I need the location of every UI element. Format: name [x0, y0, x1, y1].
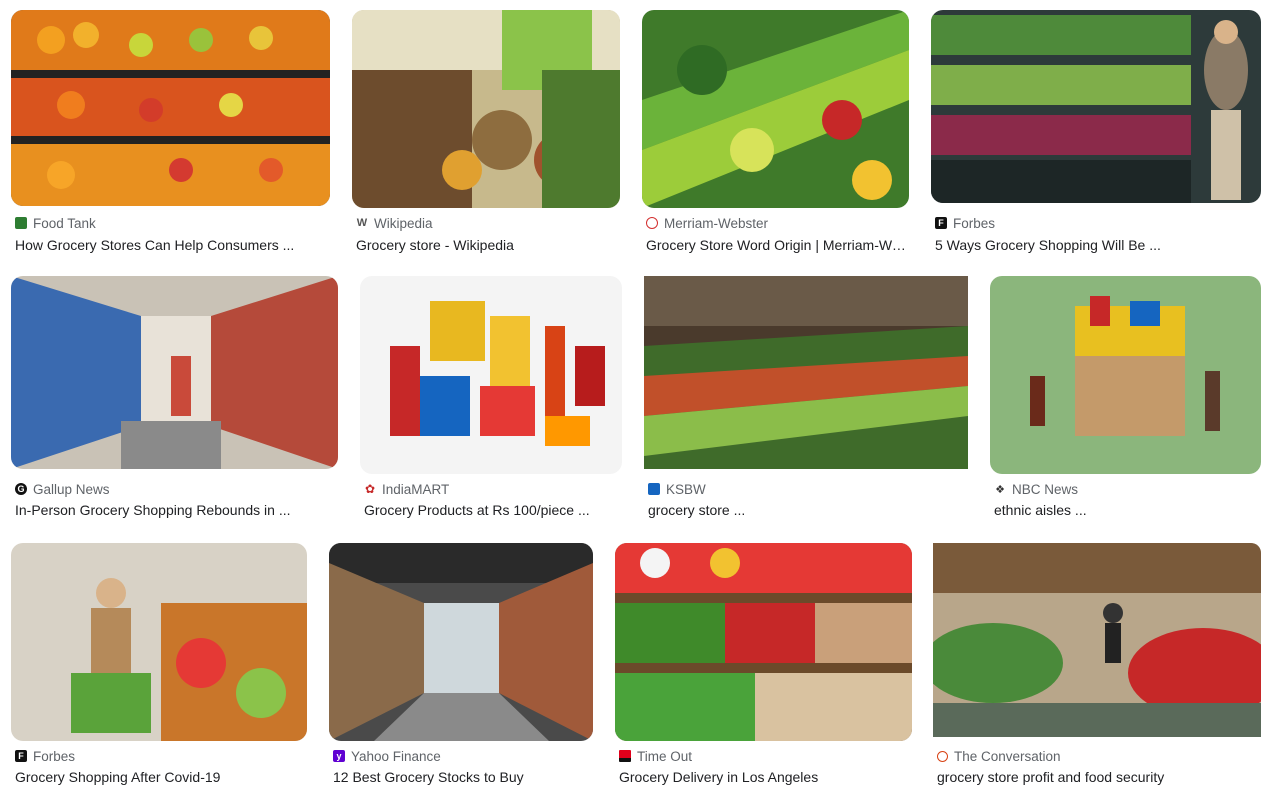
image-results-page: { "results": [ {"source":"Food Tank","ti…	[0, 0, 1280, 795]
indiamart-icon: ✿	[364, 482, 376, 496]
result-source[interactable]: F Forbes	[15, 747, 75, 765]
the-conversation-icon	[937, 750, 948, 762]
source-name: Merriam-Webster	[664, 215, 769, 231]
result-source[interactable]: The Conversation	[937, 747, 1061, 765]
result-title[interactable]: grocery store ...	[648, 502, 966, 522]
result-title[interactable]: Grocery Products at Rs 100/piece ...	[364, 502, 620, 522]
result-title[interactable]: In-Person Grocery Shopping Rebounds in .…	[15, 502, 335, 522]
result-title[interactable]: Grocery Shopping After Covid-19	[15, 769, 305, 789]
image-result-card[interactable]: G Gallup News In-Person Grocery Shopping…	[11, 276, 338, 526]
result-source[interactable]: Food Tank	[15, 214, 96, 232]
result-title[interactable]: 5 Ways Grocery Shopping Will Be ...	[935, 237, 1259, 257]
result-title[interactable]: How Grocery Stores Can Help Consumers ..…	[15, 237, 327, 257]
thumbnail-produce-aisle[interactable]	[642, 10, 909, 208]
result-source[interactable]: y Yahoo Finance	[333, 747, 441, 765]
thumbnail-masked-shopper[interactable]	[11, 543, 307, 741]
thumbnail-store-aisle[interactable]	[329, 543, 593, 741]
result-source[interactable]: F Forbes	[935, 214, 995, 232]
thumbnail-vegetable-baskets[interactable]	[615, 543, 912, 741]
result-source[interactable]: KSBW	[648, 480, 706, 498]
wikipedia-icon: W	[356, 217, 368, 229]
image-result-card[interactable]: ✿ IndiaMART Grocery Products at Rs 100/p…	[360, 276, 622, 526]
source-name: Gallup News	[33, 481, 110, 497]
image-result-card[interactable]: ❖ NBC News ethnic aisles ...	[990, 276, 1261, 526]
result-source[interactable]: W Wikipedia	[356, 214, 433, 232]
result-source[interactable]: ❖ NBC News	[994, 480, 1078, 498]
image-result-card[interactable]: KSBW grocery store ...	[644, 276, 969, 526]
result-title[interactable]: Grocery Store Word Origin | Merriam-Web.…	[646, 237, 908, 257]
source-name: Yahoo Finance	[351, 748, 441, 764]
result-source[interactable]: G Gallup News	[15, 480, 110, 498]
food-tank-icon	[15, 217, 27, 229]
source-name: The Conversation	[954, 748, 1061, 764]
gallup-icon: G	[15, 483, 27, 495]
thumbnail-fruit-shelves[interactable]	[11, 10, 330, 206]
forbes-icon: F	[15, 750, 27, 762]
source-name: KSBW	[666, 481, 706, 497]
time-out-icon	[619, 750, 631, 762]
source-name: Forbes	[953, 215, 996, 231]
source-name: Time Out	[637, 748, 693, 764]
thumbnail-shopper-at-shelves[interactable]	[931, 10, 1261, 203]
result-source[interactable]: Merriam-Webster	[646, 214, 768, 232]
image-result-card[interactable]: W Wikipedia Grocery store - Wikipedia	[352, 10, 620, 260]
source-name: Wikipedia	[374, 215, 433, 231]
image-result-card[interactable]: F Forbes Grocery Shopping After Covid-19	[11, 543, 307, 795]
source-name: Food Tank	[33, 215, 96, 231]
result-title[interactable]: ethnic aisles ...	[994, 502, 1259, 522]
thumbnail-grocery-box[interactable]	[990, 276, 1261, 474]
thumbnail-grocery-products[interactable]	[360, 276, 622, 474]
result-source[interactable]: Time Out	[619, 747, 692, 765]
image-result-card[interactable]: F Forbes 5 Ways Grocery Shopping Will Be…	[931, 10, 1261, 260]
image-result-card[interactable]: Merriam-Webster Grocery Store Word Origi…	[642, 10, 910, 260]
result-source[interactable]: ✿ IndiaMART	[364, 480, 449, 498]
source-name: NBC News	[1012, 481, 1079, 497]
yahoo-icon: y	[333, 750, 345, 762]
source-name: Forbes	[33, 748, 76, 764]
result-title[interactable]: Grocery Delivery in Los Angeles	[619, 769, 910, 789]
nbc-icon: ❖	[995, 483, 1005, 496]
thumbnail-fresh-local-produce[interactable]	[644, 276, 968, 469]
image-result-card[interactable]: Food Tank How Grocery Stores Can Help Co…	[11, 10, 331, 260]
thumbnail-supermarket-floor[interactable]	[933, 543, 1261, 737]
image-result-card[interactable]: The Conversation grocery store profit an…	[933, 543, 1261, 795]
merriam-webster-icon	[646, 217, 658, 229]
image-result-card[interactable]: Time Out Grocery Delivery in Los Angeles	[615, 543, 912, 795]
thumbnail-shopper-in-aisle[interactable]	[11, 276, 338, 469]
result-title[interactable]: Grocery store - Wikipedia	[356, 237, 618, 257]
result-title[interactable]: 12 Best Grocery Stocks to Buy	[333, 769, 592, 789]
image-result-card[interactable]: y Yahoo Finance 12 Best Grocery Stocks t…	[329, 543, 594, 795]
forbes-icon: F	[935, 217, 947, 229]
ksbw-icon	[648, 483, 660, 495]
source-name: IndiaMART	[382, 481, 450, 497]
result-title[interactable]: grocery store profit and food security	[937, 769, 1259, 789]
thumbnail-store-interior[interactable]	[352, 10, 620, 208]
